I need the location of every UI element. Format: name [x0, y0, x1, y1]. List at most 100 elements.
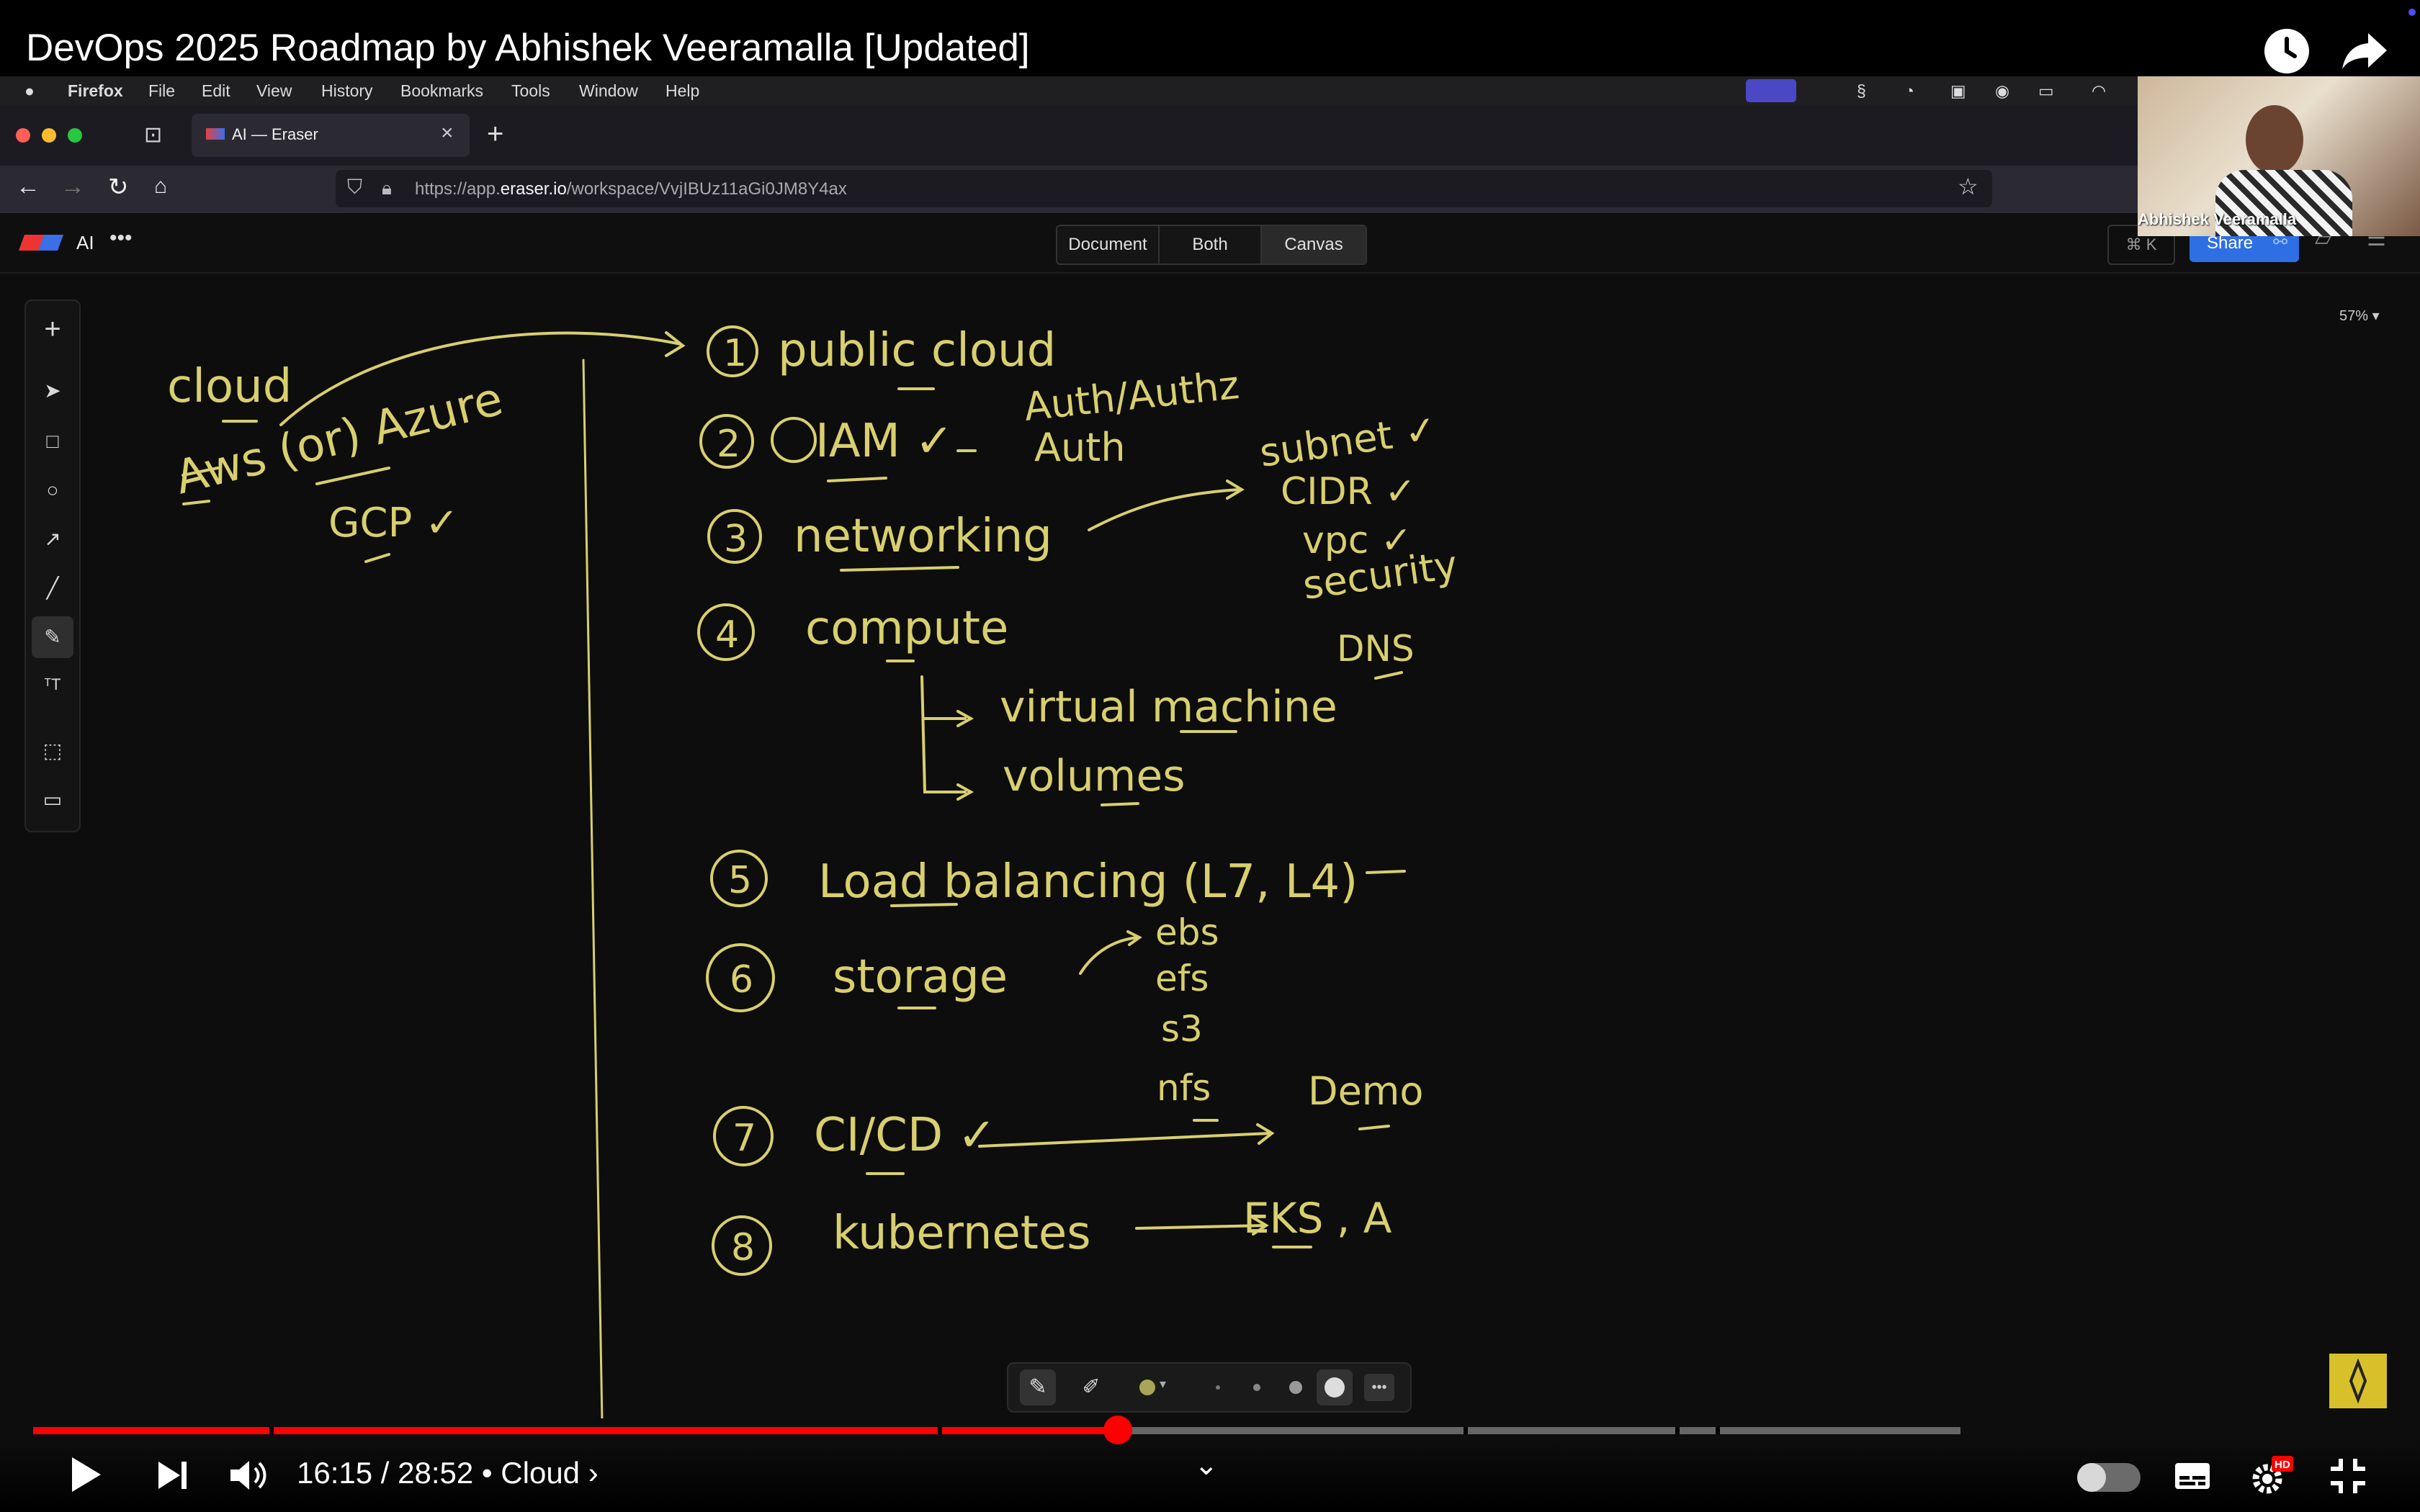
tab-document[interactable]: Document — [1057, 226, 1160, 264]
arrow-cicd — [978, 1132, 1272, 1148]
text-iam: IAM ✓ — [815, 415, 954, 468]
chapter-marker — [269, 1427, 274, 1434]
presenter-name: Abhishek Veeramalla — [2138, 210, 2297, 228]
play-icon — [72, 1457, 101, 1492]
divider-line — [582, 359, 604, 1418]
underline-or — [315, 467, 390, 485]
view-mode-toggle: Document Both Canvas — [1056, 225, 1367, 265]
compute-tree-lines — [920, 675, 967, 793]
chapter-marker — [1675, 1427, 1680, 1434]
menu-view[interactable]: View — [256, 81, 292, 101]
reload-icon[interactable]: ↻ — [108, 173, 129, 202]
forward-icon[interactable]: → — [60, 173, 85, 201]
underline-dns — [1374, 671, 1403, 680]
text-eks: EKS , A — [1243, 1194, 1392, 1243]
next-button[interactable] — [154, 1457, 190, 1497]
num-3: 3 — [724, 518, 748, 561]
num-7: 7 — [732, 1117, 756, 1160]
url-prefix: https://app. — [415, 179, 501, 199]
settings-icon[interactable]: HD — [2247, 1453, 2295, 1504]
volume-button[interactable] — [228, 1457, 271, 1497]
more-options-icon[interactable]: ••• — [109, 226, 133, 251]
url-text[interactable]: https://app.eraser.io/workspace/VvjIBUz1… — [415, 179, 847, 199]
num-6: 6 — [730, 958, 753, 1002]
menu-history[interactable]: History — [321, 81, 373, 101]
highlighter-icon[interactable]: ✐ — [1073, 1369, 1109, 1405]
shield-icon[interactable]: ⛉ — [347, 176, 362, 199]
menu-bookmarks[interactable]: Bookmarks — [400, 81, 483, 101]
webcam-overlay: Abhishek Veeramalla — [2138, 76, 2420, 236]
window-minimize-button[interactable] — [42, 128, 56, 143]
exit-fullscreen-icon[interactable] — [2328, 1456, 2368, 1500]
color-picker[interactable] — [1139, 1380, 1155, 1395]
eraser-logo-icon[interactable] — [18, 235, 64, 251]
file-name[interactable]: AI — [76, 232, 94, 254]
status-icon-2[interactable]: ◔ — [1904, 81, 1914, 101]
screen-share-icon[interactable] — [1746, 79, 1796, 102]
text-demo: Demo — [1308, 1068, 1423, 1114]
text-networking: networking — [794, 510, 1052, 563]
text-auth: Auth — [1034, 425, 1126, 470]
autoplay-toggle[interactable] — [2077, 1463, 2141, 1492]
eraser-badge-icon[interactable] — [2329, 1354, 2387, 1408]
menu-file[interactable]: File — [148, 81, 175, 101]
menu-app-name[interactable]: Firefox — [68, 81, 123, 101]
apple-icon[interactable]: ● — [24, 81, 35, 101]
lock-icon[interactable]: 🔒︎ — [382, 177, 392, 200]
volume-icon — [230, 1461, 266, 1490]
url-path: /workspace/VvjIBUz11aGi0JM8Y4ax — [566, 179, 847, 199]
chapter-chevron-icon[interactable]: › — [588, 1456, 599, 1490]
watch-later-icon[interactable] — [2264, 29, 2309, 73]
arrow-storage — [1079, 936, 1139, 975]
status-icon-4[interactable]: ◉ — [1995, 81, 2009, 101]
bookmark-star-icon[interactable]: ☆ — [1958, 173, 1978, 200]
chapter-marker — [1464, 1427, 1468, 1434]
new-tab-icon[interactable]: + — [487, 118, 503, 150]
menu-tools[interactable]: Tools — [511, 81, 550, 101]
drawing-canvas[interactable]: cloud Aws (or) Azure GCP ✓ 1 2 3 4 5 6 7… — [0, 274, 2420, 1418]
stroke-size-m[interactable] — [1289, 1381, 1302, 1394]
window-close-button[interactable] — [16, 128, 30, 143]
num-8: 8 — [731, 1226, 755, 1269]
time-separator: / — [380, 1456, 390, 1490]
next-icon — [158, 1462, 187, 1489]
browser-tab[interactable]: AI — Eraser × — [192, 114, 470, 157]
status-icon-3[interactable]: ▣ — [1950, 81, 1966, 101]
progress-bar[interactable] — [33, 1427, 1960, 1434]
underline-networking — [840, 566, 959, 572]
tab-close-icon[interactable]: × — [441, 121, 454, 145]
chevron-down-icon[interactable]: ⌄ — [1194, 1449, 1219, 1482]
text-s3: s3 — [1161, 1008, 1203, 1050]
home-icon[interactable]: ⌂ — [154, 174, 167, 199]
stroke-size-l[interactable] — [1317, 1369, 1353, 1405]
text-kubernetes: kubernetes — [833, 1207, 1091, 1260]
play-button[interactable] — [65, 1454, 105, 1498]
num-5: 5 — [728, 859, 752, 902]
url-domain: eraser.io — [500, 179, 567, 199]
battery-icon[interactable]: ▭ — [2038, 81, 2054, 101]
tab-overview-icon[interactable]: ⊡ — [144, 122, 162, 148]
drawing-toolbar: ✎ ✐ ▾ ••• — [1007, 1362, 1412, 1413]
wifi-icon[interactable]: ◠ — [2092, 81, 2106, 101]
share-video-icon[interactable] — [2339, 29, 2390, 73]
color-dropdown-icon[interactable]: ▾ — [1160, 1377, 1166, 1392]
progress-played — [33, 1427, 1119, 1434]
text-virtual-machine: virtual machine — [1000, 682, 1337, 732]
subtitles-icon[interactable] — [2174, 1462, 2211, 1494]
stroke-size-s[interactable] — [1253, 1384, 1260, 1391]
menu-window[interactable]: Window — [579, 81, 638, 101]
tab-canvas[interactable]: Canvas — [1262, 226, 1366, 264]
more-draw-options-icon[interactable]: ••• — [1364, 1374, 1394, 1401]
back-icon[interactable]: ← — [16, 173, 40, 201]
draw-pen-icon[interactable]: ✎ — [1020, 1369, 1056, 1405]
menu-help[interactable]: Help — [666, 81, 699, 101]
num-4: 4 — [715, 613, 739, 657]
chapter-name[interactable]: Cloud — [501, 1456, 580, 1490]
window-maximize-button[interactable] — [68, 128, 82, 143]
video-title[interactable]: DevOps 2025 Roadmap by Abhishek Veeramal… — [26, 26, 1030, 70]
menu-edit[interactable]: Edit — [202, 81, 230, 101]
status-icon-1[interactable]: § — [1857, 81, 1866, 101]
stroke-size-xs[interactable] — [1216, 1385, 1220, 1390]
tab-both[interactable]: Both — [1160, 226, 1262, 264]
autoplay-knob — [2077, 1463, 2106, 1492]
